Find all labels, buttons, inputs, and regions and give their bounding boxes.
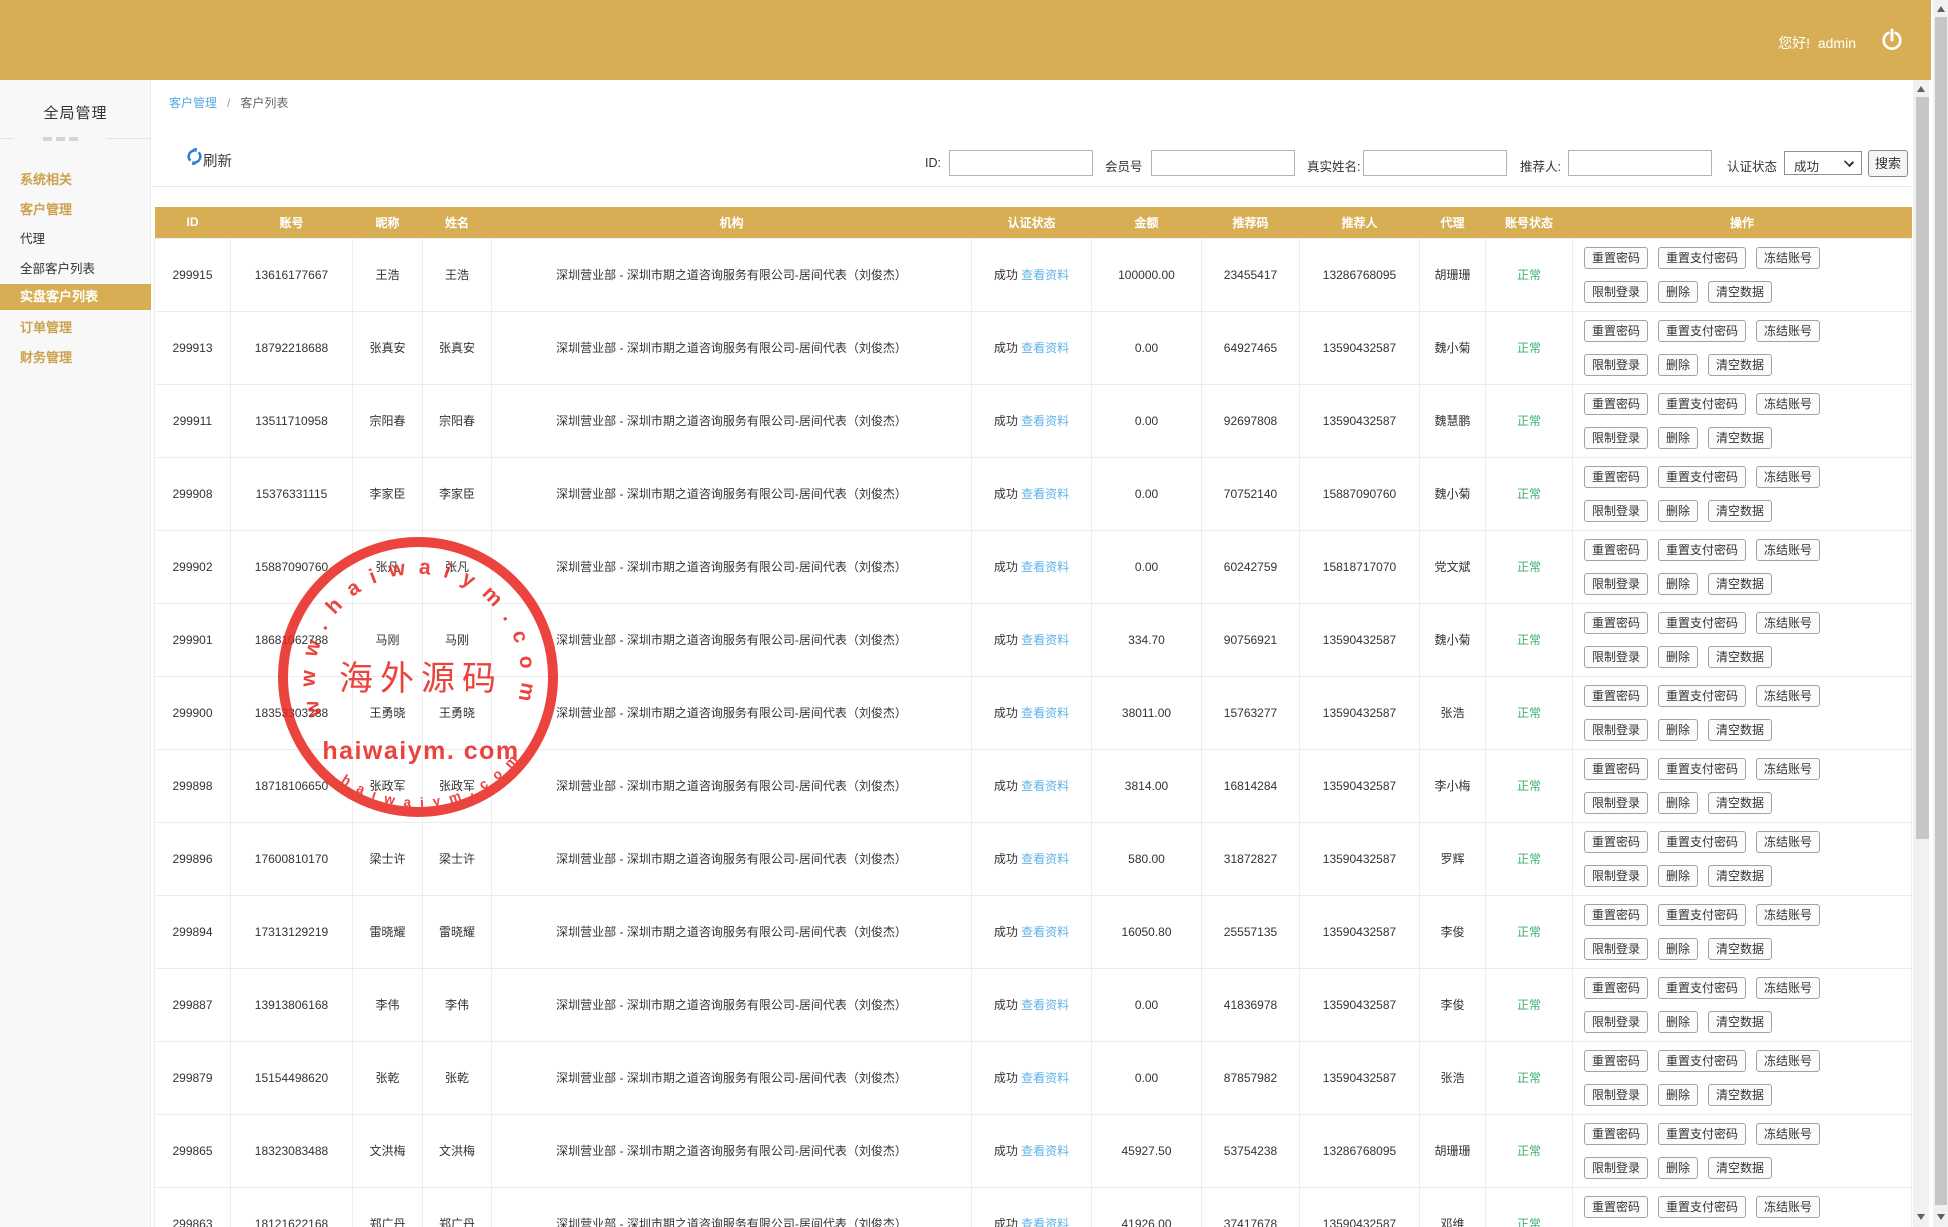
svg-text:haiwaiym. com: haiwaiym. com: [322, 737, 519, 765]
svg-text:海外源码: 海外源码: [339, 660, 503, 698]
